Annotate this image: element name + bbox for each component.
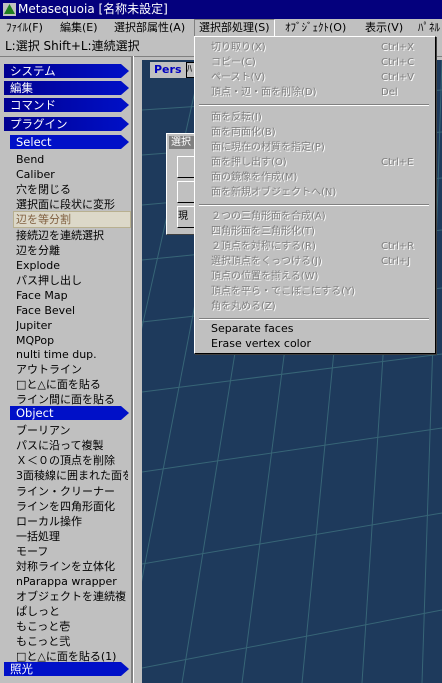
menu-item-align-vertices[interactable]: 頂点の位置を揃える(W) <box>211 269 431 284</box>
selection-processing-menu: 切り取り(X) Ctrl+X コピー(C) Ctrl+C ペースト(V) Ctrl+V… <box>194 36 436 354</box>
plugin-item[interactable]: ぱしっと <box>16 604 128 619</box>
status-hint-text: L:選択 Shift+L:連続選択 <box>5 39 140 53</box>
plugin-item[interactable]: ラインを四角形面化 <box>16 499 128 514</box>
menu-item-cut[interactable]: 切り取り(X) Ctrl+X <box>211 40 431 55</box>
plugin-item[interactable]: Jupiter <box>16 318 128 333</box>
plugin-item[interactable]: nParappa wrapper <box>16 574 128 589</box>
menu-file[interactable]: ﾌｧｲﾙ(F) <box>2 19 47 37</box>
plugin-item[interactable]: nulti time dup. <box>16 347 128 362</box>
menu-object[interactable]: ｵﾌﾞｼﾞｪｸﾄ(O) <box>281 19 350 37</box>
panel-header-edit[interactable]: 編集 <box>4 81 129 95</box>
menu-separator <box>199 318 429 320</box>
plugin-item[interactable]: Face Bevel <box>16 303 128 318</box>
menu-item-round-corner[interactable]: 角を丸める(Z) <box>211 299 431 314</box>
plugin-item[interactable]: Bend <box>16 152 128 167</box>
title-bar: Metasequoia [名称未設定] <box>0 0 442 19</box>
menu-item-delete[interactable]: 頂点・辺・面を削除(D) Del <box>211 85 431 100</box>
panel-header-select[interactable]: Select <box>10 135 129 149</box>
menu-item-mirror[interactable]: 面の鏡像を作成(M) <box>211 170 431 185</box>
menu-item-separate-faces[interactable]: Separate faces <box>211 321 431 336</box>
menu-separator <box>199 204 429 206</box>
plugin-item-highlighted[interactable]: 辺を等分割 <box>13 211 131 228</box>
menu-item-copy[interactable]: コピー(C) Ctrl+C <box>211 55 431 70</box>
menu-item-flatten-vertices[interactable]: 頂点を平ら・でこぼこにする(Y) <box>211 284 431 299</box>
menu-bar: ﾌｧｲﾙ(F) 編集(E) 選択部属性(A) 選択部処理(S) ｵﾌﾞｼﾞｪｸﾄ… <box>0 19 442 37</box>
window-title: Metasequoia [名称未設定] <box>18 2 168 16</box>
menu-view[interactable]: 表示(V) <box>361 19 407 37</box>
menu-selection-processing[interactable]: 選択部処理(S) <box>194 19 275 37</box>
menu-edit[interactable]: 編集(E) <box>56 19 102 37</box>
panel-header-command[interactable]: コマンド <box>4 98 129 112</box>
plugin-item[interactable]: もこっと弐 <box>16 634 128 649</box>
plugin-item[interactable]: ライン・クリーナー <box>16 484 128 499</box>
plugin-item[interactable]: Caliber <box>16 167 128 182</box>
menu-item-weld-vertices[interactable]: 選択頂点をくっつける(J) Ctrl+J <box>211 254 431 269</box>
panel-header-plugin[interactable]: プラグイン <box>4 117 129 131</box>
menu-item-erase-vertex-color[interactable]: Erase vertex color <box>211 336 431 351</box>
plugin-item[interactable]: アウトライン <box>16 362 128 377</box>
plugin-item[interactable]: モーフ <box>16 544 128 559</box>
plugin-item[interactable]: 接続辺を連続選択 <box>16 228 128 243</box>
menu-selection-attributes[interactable]: 選択部属性(A) <box>110 19 189 37</box>
plugin-item[interactable]: ブーリアン <box>16 423 128 438</box>
plugin-item[interactable]: パスに沿って複製 <box>16 438 128 453</box>
menu-panel[interactable]: ﾊﾟﾈﾙ <box>414 19 442 37</box>
plugin-item[interactable]: Explode <box>16 258 128 273</box>
menu-item-new-object[interactable]: 面を新規オブジェクトへ(N) <box>211 185 431 200</box>
view-tab-pers[interactable]: Pers <box>150 62 190 78</box>
plugin-item[interactable]: Face Map <box>16 288 128 303</box>
plugin-item[interactable]: 選択面に段状に変形 <box>16 197 128 212</box>
metasequoia-app-icon <box>3 3 16 16</box>
menu-item-triangulate[interactable]: 四角形面を三角形化(T) <box>211 224 431 239</box>
menu-item-flip-face[interactable]: 面を反転(I) <box>211 110 431 125</box>
plugin-item[interactable]: オブジェクトを連続複 <box>16 589 128 604</box>
plugin-item[interactable]: 3面稜線に囲まれた面を <box>16 468 128 483</box>
plugin-item[interactable]: ライン間に面を貼る <box>16 392 128 407</box>
plugin-item[interactable]: ローカル操作 <box>16 514 128 529</box>
menu-item-assign-material[interactable]: 面に現在の材質を指定(P) <box>211 140 431 155</box>
plugin-item[interactable]: もこっと壱 <box>16 619 128 634</box>
plugin-item[interactable]: 穴を閉じる <box>16 182 128 197</box>
plugin-item[interactable]: 対称ラインを立体化 <box>16 559 128 574</box>
plugin-item[interactable]: パス押し出し <box>16 273 128 288</box>
plugin-item[interactable]: MQPop <box>16 333 128 348</box>
menu-item-paste[interactable]: ペースト(V) Ctrl+V <box>211 70 431 85</box>
plugin-item[interactable]: Ｘ＜０の頂点を削除 <box>16 453 128 468</box>
panel-divider[interactable] <box>131 56 134 683</box>
plugin-item[interactable]: 辺を分離 <box>16 243 128 258</box>
menu-separator <box>199 104 429 106</box>
plugin-item[interactable]: □と△に面を貼る <box>16 377 128 392</box>
menu-item-symmetric-vertices[interactable]: ２頂点を対称にする(R) Ctrl+R <box>211 239 431 254</box>
panel-header-object[interactable]: Object <box>10 406 129 420</box>
plugin-item[interactable]: 一括処理 <box>16 529 128 544</box>
panel-header-light[interactable]: 照光 <box>4 662 129 676</box>
plugin-item[interactable]: □と△に面を貼る(1) <box>16 649 128 664</box>
panel-header-system[interactable]: システム <box>4 64 129 78</box>
menu-item-merge-triangles[interactable]: ２つの三角形面を合成(A) <box>211 209 431 224</box>
menu-item-extrude[interactable]: 面を押し出す(O) Ctrl+E <box>211 155 431 170</box>
menu-item-double-side[interactable]: 面を両面化(B) <box>211 125 431 140</box>
